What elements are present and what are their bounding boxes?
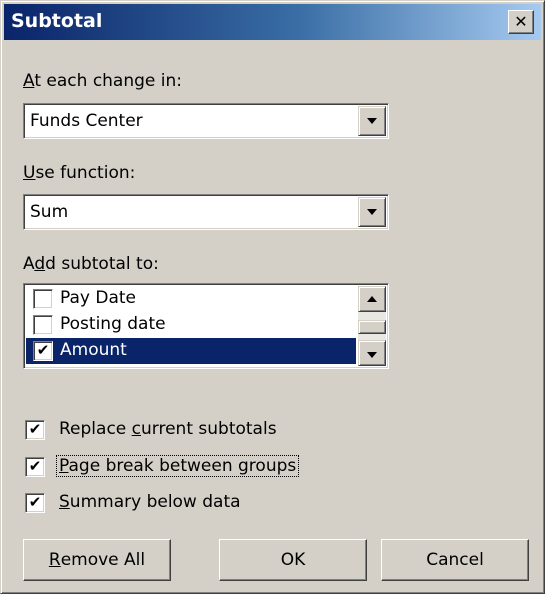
- list-item-label: Amount: [60, 340, 127, 360]
- list-item-pay-date[interactable]: Pay Date: [26, 286, 356, 312]
- pay-date-checkbox[interactable]: [33, 289, 53, 309]
- option-label: Replace current subtotals: [59, 419, 277, 439]
- scroll-up-button[interactable]: [358, 286, 386, 312]
- list-item-amount[interactable]: ✔ Amount: [26, 338, 356, 364]
- add-subtotal-list[interactable]: Pay Date Posting date ✔ Amount: [23, 283, 389, 369]
- cancel-button[interactable]: Cancel: [381, 539, 529, 581]
- change-in-value: Funds Center: [30, 111, 143, 131]
- summary-below-data-option[interactable]: ✔ Summary below data: [23, 490, 323, 516]
- page-break-checkbox[interactable]: ✔: [25, 457, 45, 477]
- subtotal-dialog: Subtotal ✕ At each change in: Funds Cent…: [0, 0, 545, 594]
- list-item-posting-date[interactable]: Posting date: [26, 312, 356, 338]
- use-function-dropdown[interactable]: Sum: [23, 194, 389, 230]
- change-in-dropdown[interactable]: Funds Center: [23, 103, 389, 139]
- posting-date-checkbox[interactable]: [33, 315, 53, 335]
- add-subtotal-label: Add subtotal to:: [23, 254, 159, 274]
- chevron-down-icon: [367, 209, 377, 215]
- option-label: Summary below data: [59, 492, 241, 512]
- use-function-value: Sum: [30, 202, 69, 222]
- ok-button[interactable]: OK: [219, 539, 367, 581]
- close-button[interactable]: ✕: [508, 10, 534, 34]
- title-bar[interactable]: Subtotal ✕: [4, 4, 541, 40]
- chevron-down-icon: [367, 352, 377, 358]
- close-icon: ✕: [514, 12, 528, 31]
- scroll-down-button[interactable]: [358, 340, 386, 366]
- dialog-title: Subtotal: [11, 10, 103, 32]
- summary-below-checkbox[interactable]: ✔: [25, 493, 45, 513]
- scroll-thumb[interactable]: [358, 320, 386, 334]
- list-item-label: Pay Date: [60, 288, 137, 308]
- list-scrollbar[interactable]: [358, 286, 386, 366]
- chevron-down-icon: [367, 118, 377, 124]
- list-item-label: Posting date: [60, 314, 166, 334]
- use-function-label: Use function:: [23, 163, 136, 183]
- change-in-dropdown-button[interactable]: [358, 106, 386, 136]
- replace-subtotals-checkbox[interactable]: ✔: [25, 420, 45, 440]
- option-label: Page break between groups: [55, 455, 300, 477]
- replace-current-subtotals-option[interactable]: ✔ Replace current subtotals: [23, 417, 343, 443]
- amount-checkbox[interactable]: ✔: [33, 341, 53, 361]
- chevron-up-icon: [367, 296, 377, 302]
- remove-all-button[interactable]: Remove All: [23, 539, 171, 581]
- use-function-dropdown-button[interactable]: [358, 197, 386, 227]
- change-in-label: At each change in:: [23, 71, 183, 91]
- page-break-between-groups-option[interactable]: ✔ Page break between groups: [23, 454, 353, 480]
